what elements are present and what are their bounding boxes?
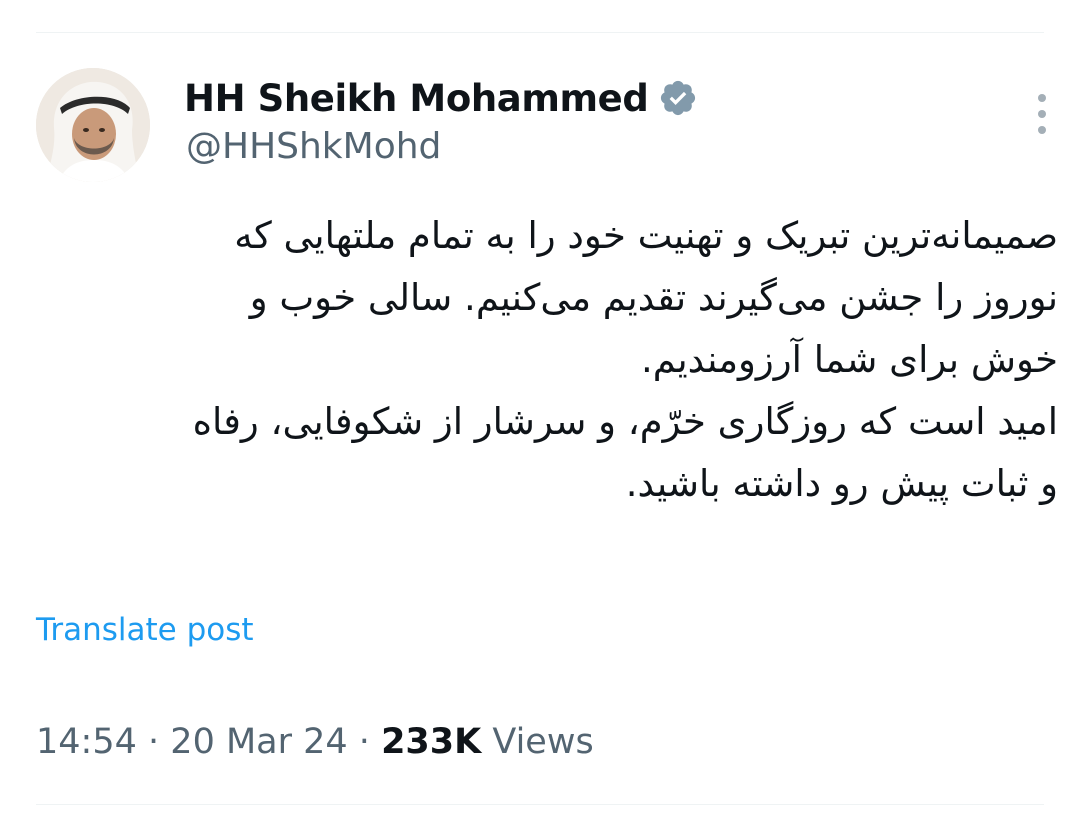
views-count: 233K bbox=[381, 722, 482, 762]
post-text: صمیمانه‌ترین تبریک و تهنیت خود را به تما… bbox=[36, 205, 1058, 515]
post-meta: 14:54 · 20 Mar 24 · 233K Views bbox=[36, 722, 594, 762]
post-text-line: و ثبات پیش رو داشته باشید. bbox=[625, 462, 1058, 505]
views-label: Views bbox=[492, 722, 594, 762]
author-display-name[interactable]: HH Sheikh Mohammed bbox=[184, 77, 649, 120]
post-text-line: صمیمانه‌ترین تبریک و تهنیت خود را به تما… bbox=[234, 214, 1058, 257]
top-divider bbox=[36, 32, 1044, 33]
post-text-line: امید است که روزگاری خرّم، و سرشار از شکو… bbox=[192, 400, 1058, 443]
avatar[interactable] bbox=[36, 68, 150, 182]
more-vertical-icon-dot bbox=[1038, 94, 1046, 102]
more-options-button[interactable] bbox=[1024, 92, 1060, 136]
meta-separator: · bbox=[148, 722, 160, 762]
profile-photo-icon bbox=[36, 68, 150, 182]
more-vertical-icon-dot bbox=[1038, 126, 1046, 134]
author-handle[interactable]: @HHShkMohd bbox=[186, 126, 441, 167]
more-vertical-icon-dot bbox=[1038, 110, 1046, 118]
verified-badge-icon[interactable] bbox=[658, 78, 698, 118]
meta-separator: · bbox=[358, 722, 370, 762]
post-date[interactable]: 20 Mar 24 bbox=[170, 722, 347, 762]
bottom-divider bbox=[36, 804, 1044, 805]
translate-post-link[interactable]: Translate post bbox=[36, 612, 254, 648]
post-time[interactable]: 14:54 bbox=[36, 722, 137, 762]
author-name-row[interactable]: HH Sheikh Mohammed bbox=[184, 72, 698, 124]
post-text-line: خوش برای شما آرزومندیم. bbox=[640, 338, 1058, 381]
post-text-line: نوروز را جشن می‌گیرند تقدیم می‌کنیم. سال… bbox=[249, 276, 1058, 319]
